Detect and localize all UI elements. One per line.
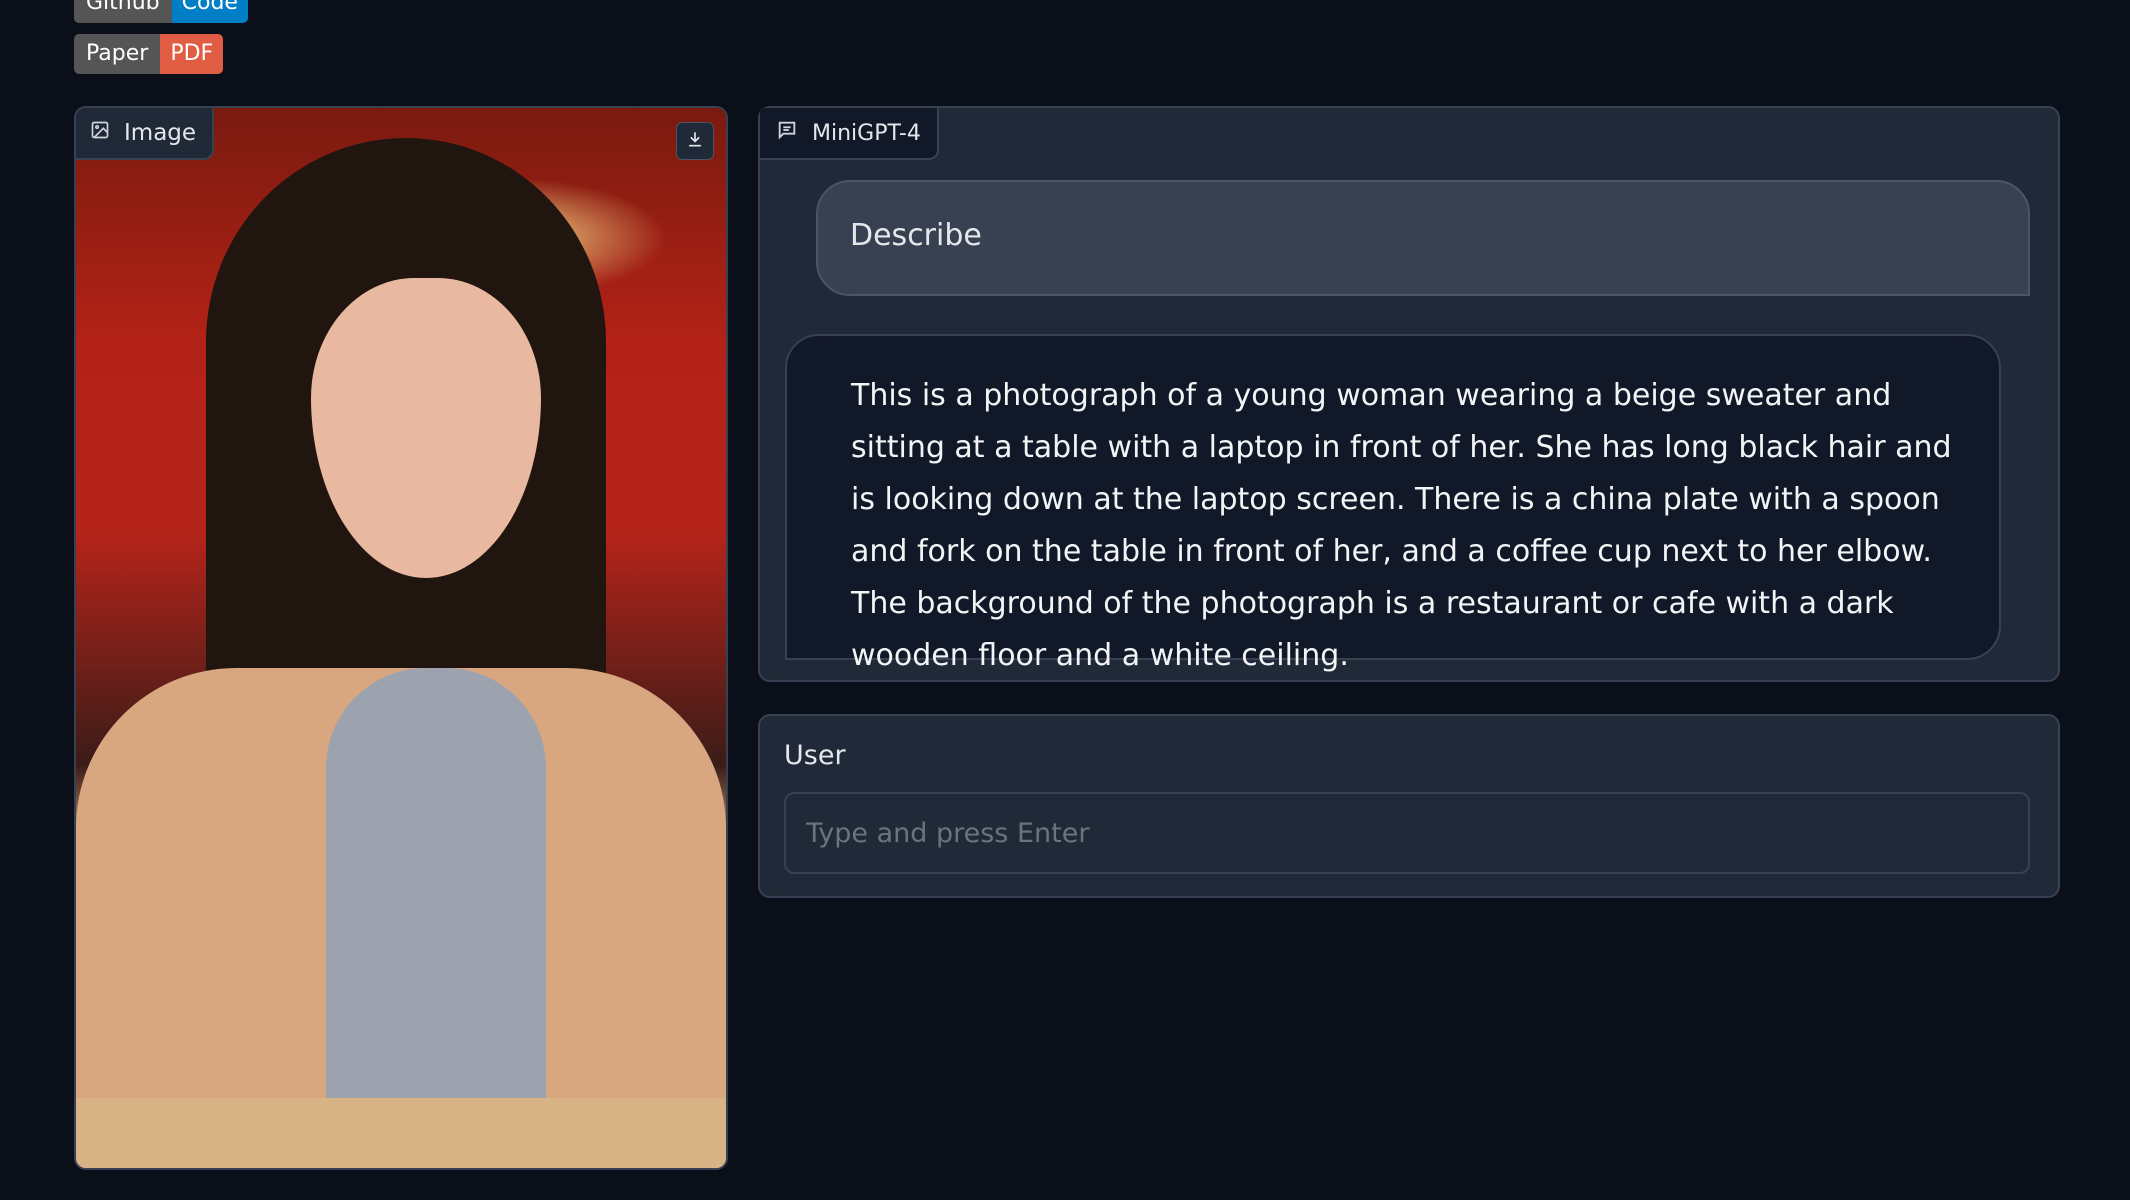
uploaded-photo[interactable] <box>76 108 726 1168</box>
user-input-panel: User <box>758 714 2060 898</box>
image-panel: Image <box>74 106 728 1170</box>
chatbot-panel: MiniGPT-4 Describe This is a photograph … <box>758 106 2060 682</box>
image-icon <box>90 120 110 146</box>
github-code-badge[interactable]: Github Code <box>74 0 248 23</box>
chatbot-label-text: MiniGPT-4 <box>812 120 921 146</box>
badge-value: PDF <box>160 34 224 74</box>
image-label-text: Image <box>124 120 197 146</box>
badge-value: Code <box>171 0 248 23</box>
image-panel-label: Image <box>76 108 215 160</box>
download-icon <box>685 129 705 153</box>
user-message: Describe <box>816 180 2030 296</box>
chatbot-label: MiniGPT-4 <box>760 108 939 160</box>
chat-icon <box>776 119 798 147</box>
bot-message: This is a photograph of a young woman we… <box>785 334 2001 673</box>
badge-label: Github <box>74 0 172 23</box>
download-button[interactable] <box>676 122 714 160</box>
badge-label: Paper <box>74 34 161 74</box>
paper-pdf-badge[interactable]: Paper PDF <box>74 34 224 74</box>
user-input-field[interactable] <box>784 792 2030 874</box>
user-input-label: User <box>784 740 846 771</box>
